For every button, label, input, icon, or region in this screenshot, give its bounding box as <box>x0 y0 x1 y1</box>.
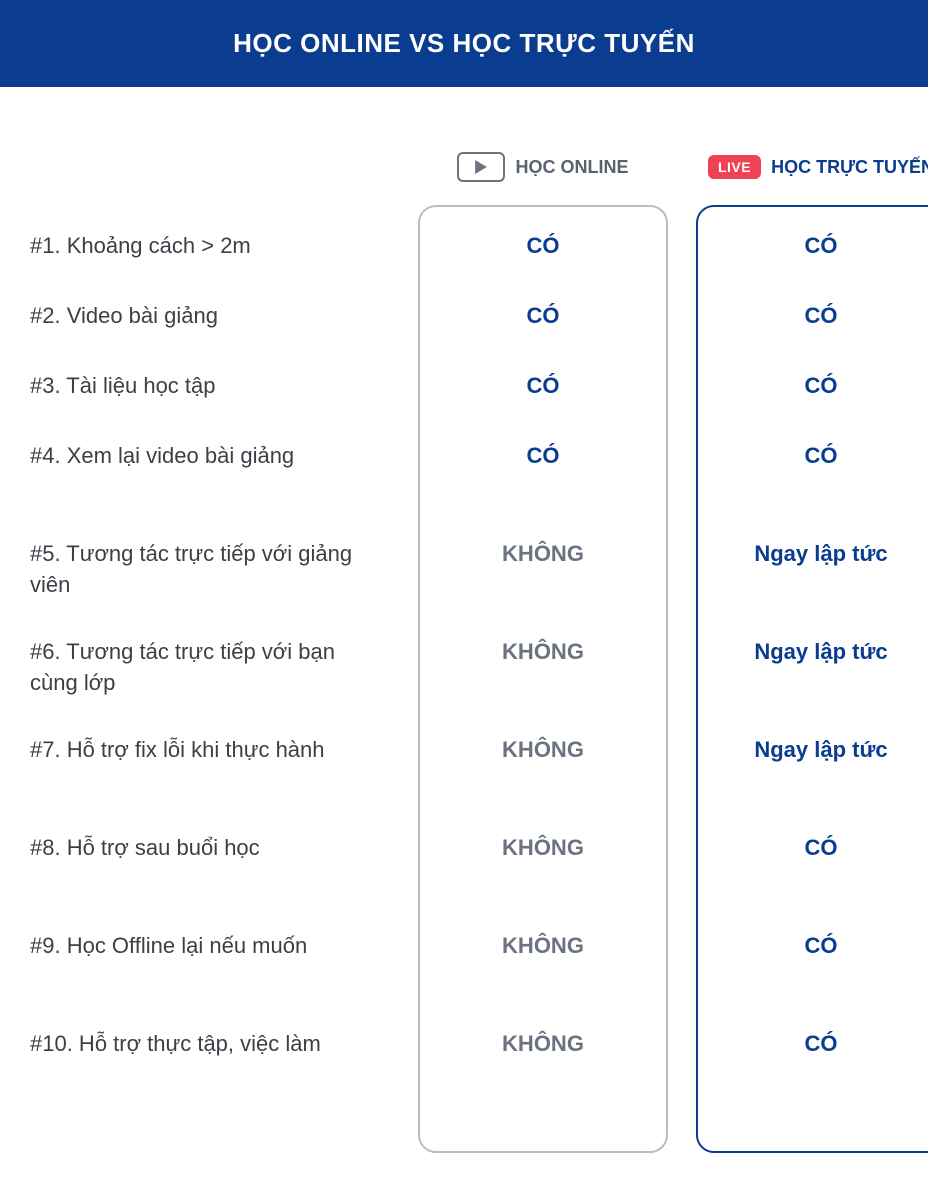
online-value: KHÔNG <box>430 637 656 735</box>
live-value: CÓ <box>708 833 928 931</box>
live-value: CÓ <box>708 441 928 539</box>
feature-label: #7. Hỗ trợ fix lỗi khi thực hành <box>30 733 390 831</box>
online-value: CÓ <box>430 301 656 371</box>
feature-label: #5. Tương tác trực tiếp với giảng viên <box>30 537 390 635</box>
feature-label: #9. Học Offline lại nếu muốn <box>30 929 390 1027</box>
live-value: CÓ <box>708 1029 928 1127</box>
feature-label: #10. Hỗ trợ thực tập, việc làm <box>30 1027 390 1125</box>
online-column: CÓCÓCÓCÓKHÔNGKHÔNGKHÔNGKHÔNGKHÔNGKHÔNG <box>418 205 668 1153</box>
feature-label: #6. Tương tác trực tiếp với bạn cùng lớp <box>30 635 390 733</box>
feature-label: #1. Khoảng cách > 2m <box>30 229 390 299</box>
live-value: CÓ <box>708 371 928 441</box>
live-value: CÓ <box>708 301 928 371</box>
column-header-online: HỌC ONLINE <box>418 147 668 187</box>
feature-label: #8. Hỗ trợ sau buổi học <box>30 831 390 929</box>
online-value: CÓ <box>430 441 656 539</box>
column-header-live-label: HỌC TRỰC TUYẾN <box>771 157 928 178</box>
live-column: CÓCÓCÓCÓNgay lập tứcNgay lập tứcNgay lập… <box>696 205 928 1153</box>
comparison-table: HỌC ONLINE LIVE HỌC TRỰC TUYẾN #1. Khoản… <box>0 87 928 1183</box>
play-icon <box>457 152 505 182</box>
online-value: KHÔNG <box>430 931 656 1029</box>
column-header-live: LIVE HỌC TRỰC TUYẾN <box>696 147 928 187</box>
online-value: KHÔNG <box>430 833 656 931</box>
column-header-online-label: HỌC ONLINE <box>515 157 628 178</box>
live-value: Ngay lập tức <box>708 637 928 735</box>
online-value: KHÔNG <box>430 539 656 637</box>
live-icon: LIVE <box>708 155 761 179</box>
online-value: KHÔNG <box>430 735 656 833</box>
page-title: HỌC ONLINE VS HỌC TRỰC TUYẾN <box>0 0 928 87</box>
feature-label: #2. Video bài giảng <box>30 299 390 369</box>
feature-label: #3. Tài liệu học tập <box>30 369 390 439</box>
online-value: CÓ <box>430 371 656 441</box>
feature-column: #1. Khoảng cách > 2m#2. Video bài giảng#… <box>30 205 390 1153</box>
online-value: CÓ <box>430 231 656 301</box>
live-value: Ngay lập tức <box>708 539 928 637</box>
live-value: CÓ <box>708 231 928 301</box>
live-value: Ngay lập tức <box>708 735 928 833</box>
online-value: KHÔNG <box>430 1029 656 1127</box>
live-value: CÓ <box>708 931 928 1029</box>
feature-label: #4. Xem lại video bài giảng <box>30 439 390 537</box>
